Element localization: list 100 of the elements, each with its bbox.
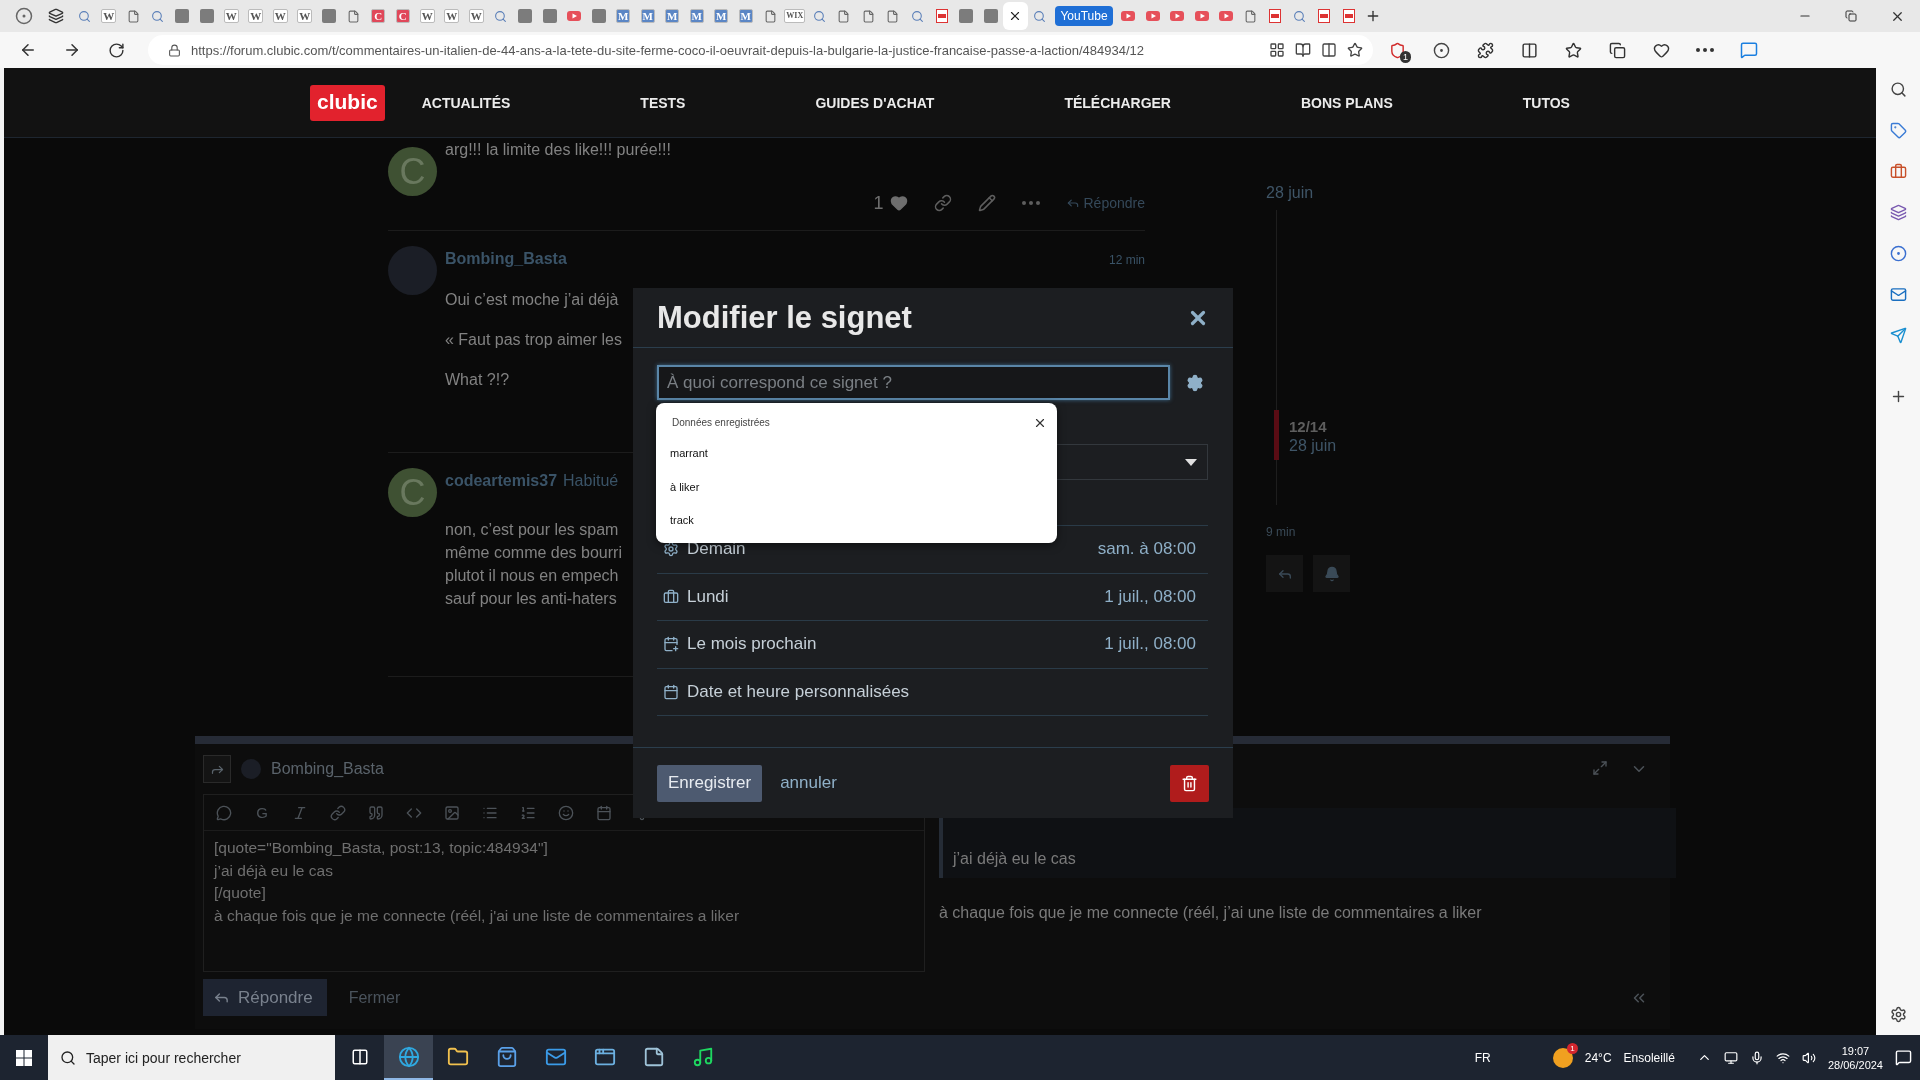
weather-temperature[interactable]: 24°C	[1584, 1050, 1612, 1065]
smiley-icon	[558, 804, 574, 821]
gear-icon	[663, 541, 679, 558]
timeline-position: 12/14	[1289, 418, 1328, 435]
preview-text: à chaque fois que je me connecte (réél, j’ai une liste de commentaires a liker	[939, 904, 1483, 922]
circle-icon	[1889, 244, 1907, 262]
document-icon	[935, 9, 948, 23]
more-button[interactable]	[1021, 201, 1040, 205]
post-text: même comme des bourri	[445, 543, 622, 563]
reminder-option[interactable]: Lundi 1 juil., 08:00	[657, 573, 1208, 621]
calendar-plus-icon	[663, 636, 679, 653]
reminder-option[interactable]: Date et heure personnalisées	[657, 668, 1208, 716]
reply-submit-button[interactable]: Répondre	[203, 979, 327, 1016]
taskbar-search-field[interactable]: Taper ici pour rechercher	[48, 1035, 335, 1080]
post-text: arg!!! la limite des like!!! purée!!!	[445, 140, 671, 160]
notification-button[interactable]	[1313, 555, 1350, 592]
nav-link[interactable]: TUTOS	[1522, 94, 1570, 111]
nav-link[interactable]: BONS PLANS	[1300, 94, 1393, 111]
delete-button[interactable]	[1170, 764, 1209, 802]
browser-tab[interactable]: C	[390, 2, 415, 30]
browser-tab[interactable]: M	[660, 2, 685, 30]
timeline-handle[interactable]	[1274, 410, 1279, 460]
favorites-icon	[1564, 41, 1582, 59]
settings-button[interactable]	[1186, 373, 1204, 392]
dialog-title: Modifier le signet	[657, 299, 912, 336]
reply-icon	[1065, 196, 1080, 210]
reply-editor[interactable]: [quote="Bombing_Basta, post:13, topic:484934"] j’ai déjà eu le cas [/quote] à chaque fois que je me connecte (réél, j'ai une liste de commentaires a liker	[204, 831, 924, 971]
search-icon	[60, 1049, 76, 1066]
nav-link[interactable]: GUIDES D'ACHAT	[815, 94, 935, 111]
browser-tab[interactable]: W	[268, 2, 293, 30]
browser-tab[interactable]: W	[219, 2, 244, 30]
fullscreen-button[interactable]	[1592, 760, 1608, 778]
briefcase-icon	[1889, 162, 1907, 180]
autofill-entry[interactable]: marrant	[656, 436, 1057, 471]
weather-condition[interactable]: Ensoleillé	[1623, 1050, 1675, 1065]
nav-link[interactable]: TESTS	[640, 94, 686, 111]
calendar-icon	[663, 683, 679, 700]
star-icon	[1347, 42, 1363, 58]
post-text: plutot il nous en empech	[445, 566, 619, 586]
refresh-icon	[107, 41, 125, 59]
folder-icon	[446, 1045, 469, 1068]
music-icon	[691, 1045, 714, 1068]
autofill-entry[interactable]: à liker	[656, 470, 1057, 504]
settings-icon	[1186, 373, 1204, 392]
page-icon	[861, 9, 875, 23]
app-icon	[175, 9, 190, 23]
browser-tab[interactable]: W	[96, 2, 121, 30]
app-icon	[322, 9, 337, 23]
browser-tab[interactable]: C	[366, 2, 391, 30]
browser-tab[interactable]: M	[733, 2, 758, 30]
browser-tab[interactable]: WIX	[782, 2, 807, 30]
nav-link[interactable]: ACTUALITÉS	[421, 94, 511, 111]
browser-tab[interactable]: W	[243, 2, 268, 30]
lock-icon	[168, 43, 181, 57]
user-title: Habitué	[563, 472, 619, 490]
extension-icon	[1432, 41, 1450, 59]
numbered-list-icon	[520, 804, 536, 821]
browser-tab[interactable]: M	[684, 2, 709, 30]
nav-link[interactable]: TÉLÉCHARGER	[1064, 94, 1171, 111]
link-icon	[933, 194, 952, 212]
bookmark-name-field[interactable]: À quoi correspond ce signet ?	[657, 365, 1170, 400]
video-icon	[1219, 11, 1234, 21]
app-icon	[518, 9, 533, 23]
page-icon	[347, 9, 361, 23]
page-icon	[1244, 9, 1258, 23]
reminder-option[interactable]: Le mois prochain 1 juil., 08:00	[657, 621, 1208, 669]
restore-icon	[1845, 10, 1857, 22]
address-bar[interactable]: https://forum.clubic.com/t/commentaires-un-italien-de-44-ans-a-la-tete-du-site-ferme-coco-il-oeuvrait-depuis-la-bulgarie-la-justice-francaise-passe-a-laction/484934/12	[148, 35, 1373, 65]
autofill-heading: Données enregistrées	[672, 417, 770, 429]
browser-tab[interactable]: W	[439, 2, 464, 30]
save-button[interactable]: Enregistrer	[657, 764, 763, 802]
browser-tab[interactable]	[1003, 2, 1028, 30]
clock[interactable]: 19:07 28/06/2024	[1827, 1043, 1883, 1072]
trash-icon	[1181, 774, 1198, 792]
reply-mode-button[interactable]	[203, 755, 231, 783]
weather-icon[interactable]	[1552, 1047, 1573, 1068]
search-icon	[494, 9, 508, 23]
taskbar-app[interactable]	[384, 1035, 433, 1080]
extension-button[interactable]: 1	[1377, 35, 1417, 65]
notes-icon	[642, 1045, 665, 1068]
expand-icon	[1592, 760, 1608, 776]
edit-button[interactable]	[977, 194, 996, 212]
browser-tab[interactable]: M	[635, 2, 660, 30]
search-icon	[812, 9, 826, 23]
video-icon	[1194, 11, 1209, 21]
quote-block: j’ai déjà eu le cas	[939, 808, 1676, 878]
browser-tab[interactable]: W	[292, 2, 317, 30]
like-button[interactable]: 1	[873, 192, 908, 214]
page-icon	[763, 9, 777, 23]
browser-tab[interactable]: W	[464, 2, 489, 30]
browser-tab[interactable]: W	[415, 2, 440, 30]
browser-tab[interactable]: M	[709, 2, 734, 30]
search-icon	[1293, 9, 1307, 23]
post-text: What ?!?	[445, 370, 510, 390]
calendar-icon	[596, 804, 612, 821]
browser-tab[interactable]: M	[611, 2, 636, 30]
cancel-link[interactable]: annuler	[780, 773, 837, 793]
site-logo[interactable]: clubic	[310, 84, 385, 121]
share-link-button[interactable]	[933, 194, 952, 212]
input-language[interactable]: FR	[1474, 1050, 1491, 1065]
